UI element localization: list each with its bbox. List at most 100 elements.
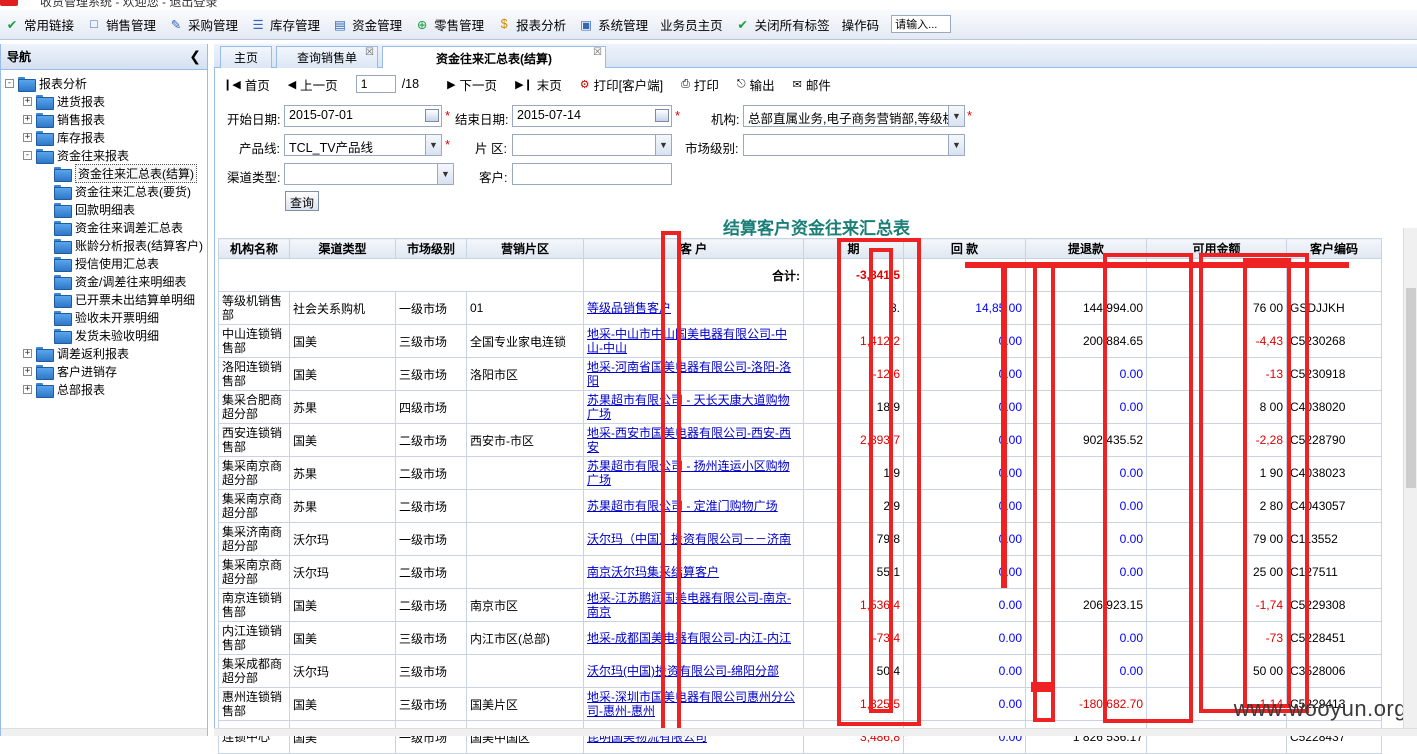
export-button[interactable]: ⎋ 输出 [737,75,775,94]
org-select[interactable]: 总部直属业务,电子商务营销部,等级机 ▼ [743,105,965,127]
toolbar-item-1[interactable]: □ 销售管理 [86,15,156,34]
nav-scrollbar[interactable] [1,728,207,736]
nav-tree-item[interactable]: + 客户进销存 [1,362,207,380]
toolbar-item-2[interactable]: ✎ 采购管理 [168,15,238,34]
nav-tree-label: 资金往来汇总表(结算) [75,163,197,183]
period-cell: 1,536,4 [803,588,904,622]
collapse-icon[interactable]: - [5,78,14,88]
nav-tree-item[interactable]: + 调差返利报表 [1,344,207,362]
prev-page-button[interactable]: ◀ 上一页 [288,75,338,94]
mail-button[interactable]: ✉ 邮件 [793,75,831,94]
end-date-field[interactable]: 2015-07-14 [512,105,672,127]
customer-link[interactable]: 地采-河南省国美电器有限公司-洛阳-洛阳 [583,357,804,391]
calendar-icon[interactable] [425,109,439,122]
last-page-button[interactable]: ▶❙ 末页 [515,75,562,94]
tab-fund-summary[interactable]: 资金往来汇总表(结算) ☒ [382,46,606,69]
available-cell: 25 00 [1146,555,1287,589]
query-button[interactable]: 查询 [285,191,320,211]
expand-icon[interactable]: + [23,114,32,124]
toolbar-item-7[interactable]: ▣ 系统管理 [578,15,648,34]
toolbar-item-9[interactable]: ✔ 关闭所有标签 [735,15,829,34]
channel-type-select[interactable]: ▼ [284,163,454,185]
received-cell: 0.00 [903,489,1026,523]
opcode-input[interactable] [891,15,952,33]
tab-bar: 主页 查询销售单 ☒ 资金往来汇总表(结算) ☒ [214,44,1417,69]
nav-tree-item[interactable]: 资金往来汇总表(结算) [1,163,207,183]
nav-tree-item[interactable]: - 资金往来报表 [1,146,207,164]
app-logo [0,0,18,6]
toolbar-item-0[interactable]: ✔ 常用链接 [4,15,74,34]
nav-tree-item[interactable]: 授信使用汇总表 [1,254,207,272]
nav-tree-item[interactable]: 资金/调差往来明细表 [1,272,207,290]
nav-tree-item[interactable]: 验收未开票明细 [1,308,207,326]
close-icon[interactable]: ☒ [365,47,374,58]
customer-input[interactable] [512,163,672,185]
first-page-button[interactable]: ❙◀ 首页 [223,75,270,94]
customer-link[interactable]: 地采-成都国美电器有限公司-内江-内江 [583,621,804,655]
nav-tree-item[interactable]: + 总部报表 [1,380,207,398]
tab-query-sales[interactable]: 查询销售单 ☒ [276,46,378,68]
vertical-scrollbar[interactable] [1403,228,1417,728]
customer-link[interactable]: 南京沃尔玛集采结算客户 [583,555,804,589]
expand-icon[interactable]: + [23,348,32,358]
market-level-select[interactable]: ▼ [743,134,965,156]
start-date-field[interactable]: 2015-07-01 [284,105,442,127]
market-cell: 三级市场 [395,687,467,721]
collapse-icon[interactable]: - [23,150,32,160]
page-number-input[interactable] [355,75,396,93]
toolbar-item-4[interactable]: ▤ 资金管理 [332,15,402,34]
toolbar-item-3[interactable]: ☰ 库存管理 [250,15,320,34]
toolbar-item-10[interactable]: 操作码 [842,15,880,34]
toolbar-item-6[interactable]: $ 报表分析 [496,15,567,34]
nav-tree-item[interactable]: + 进货报表 [1,92,207,110]
area-select[interactable]: ▼ [512,134,672,156]
nav-tree-item[interactable]: 已开票未出结算单明细 [1,290,207,308]
collapse-icon[interactable]: ❮ [189,48,201,65]
customer-link[interactable]: 地采-江苏鹏润国美电器有限公司-南京-南京 [583,588,804,622]
customer-link[interactable]: 地采-深圳市国美电器有限公司惠州分公司-惠州-惠州 [583,687,804,721]
chevron-down-icon[interactable]: ▼ [437,164,453,184]
horizontal-scrollbar[interactable] [214,728,1417,736]
received-cell: 0.00 [903,588,1026,622]
chevron-down-icon[interactable]: ▼ [425,135,441,155]
customer-link[interactable]: 地采-中山市中山国美电器有限公司-中山-中山 [583,324,804,358]
nav-tree-item[interactable]: 回款明细表 [1,200,207,218]
expand-icon[interactable]: + [23,132,32,142]
expand-icon[interactable]: + [23,384,32,394]
expand-icon[interactable]: + [23,96,32,106]
nav-tree-item[interactable]: 资金往来汇总表(要货) [1,182,207,200]
chevron-down-icon[interactable]: ▼ [948,135,964,155]
expand-icon[interactable]: + [23,366,32,376]
next-page-button[interactable]: ▶ 下一页 [447,75,497,94]
chevron-down-icon[interactable]: ▼ [948,106,964,126]
chevron-down-icon[interactable]: ▼ [655,135,671,155]
close-icon[interactable]: ☒ [593,47,602,58]
customer-link[interactable]: 等级品销售客户 [583,291,804,325]
customer-link[interactable]: 苏果超市有限公司 - 扬州连运小区购物广场 [583,456,804,490]
required-mark: * [967,108,973,123]
folder-icon [54,202,72,218]
nav-tree-item[interactable]: + 库存报表 [1,128,207,146]
scroll-thumb[interactable] [1406,288,1416,488]
customer-link[interactable]: 苏果超市有限公司 - 天长天康大道购物广场 [583,390,804,424]
calendar-icon[interactable] [655,109,669,122]
folder-icon [54,328,72,344]
nav-tree-item[interactable]: 发货未验收明细 [1,326,207,344]
toolbar-item-8[interactable]: 业务员主页 [660,15,723,34]
customer-link[interactable]: 地采-西安市国美电器有限公司-西安-西安 [583,423,804,457]
customer-link[interactable]: 苏果超市有限公司 - 定淮门购物广场 [583,489,804,523]
print-client-button[interactable]: ⚙ 打印[客户端] [580,75,663,94]
tab-home[interactable]: 主页 [220,46,272,68]
nav-tree-item[interactable]: + 销售报表 [1,110,207,128]
product-line-select[interactable]: TCL_TV产品线 ▼ [284,134,442,156]
nav-tree-item[interactable]: 资金往来调差汇总表 [1,218,207,236]
period-cell: 1,412,2 [803,324,904,358]
customer-link[interactable]: 沃尔玛（中国）投资有限公司－－济南 [583,522,804,556]
customer-link[interactable]: 昆明国美物流有限公司 [583,720,804,754]
nav-tree-item[interactable]: - 报表分析 [1,74,207,92]
toolbar-item-5[interactable]: ⊕ 零售管理 [414,15,484,34]
print-button[interactable]: ⎙ 打印 [681,75,719,94]
customer-link[interactable]: 沃尔玛(中国)投资有限公司-绵阳分部 [583,654,804,688]
nav-tree-item[interactable]: 账龄分析报表(结算客户) [1,236,207,254]
table-row: 集采南京商超分部 苏果 二级市场 苏果超市有限公司 - 扬州连运小区购物广场 1,9 0.… [218,456,1382,490]
